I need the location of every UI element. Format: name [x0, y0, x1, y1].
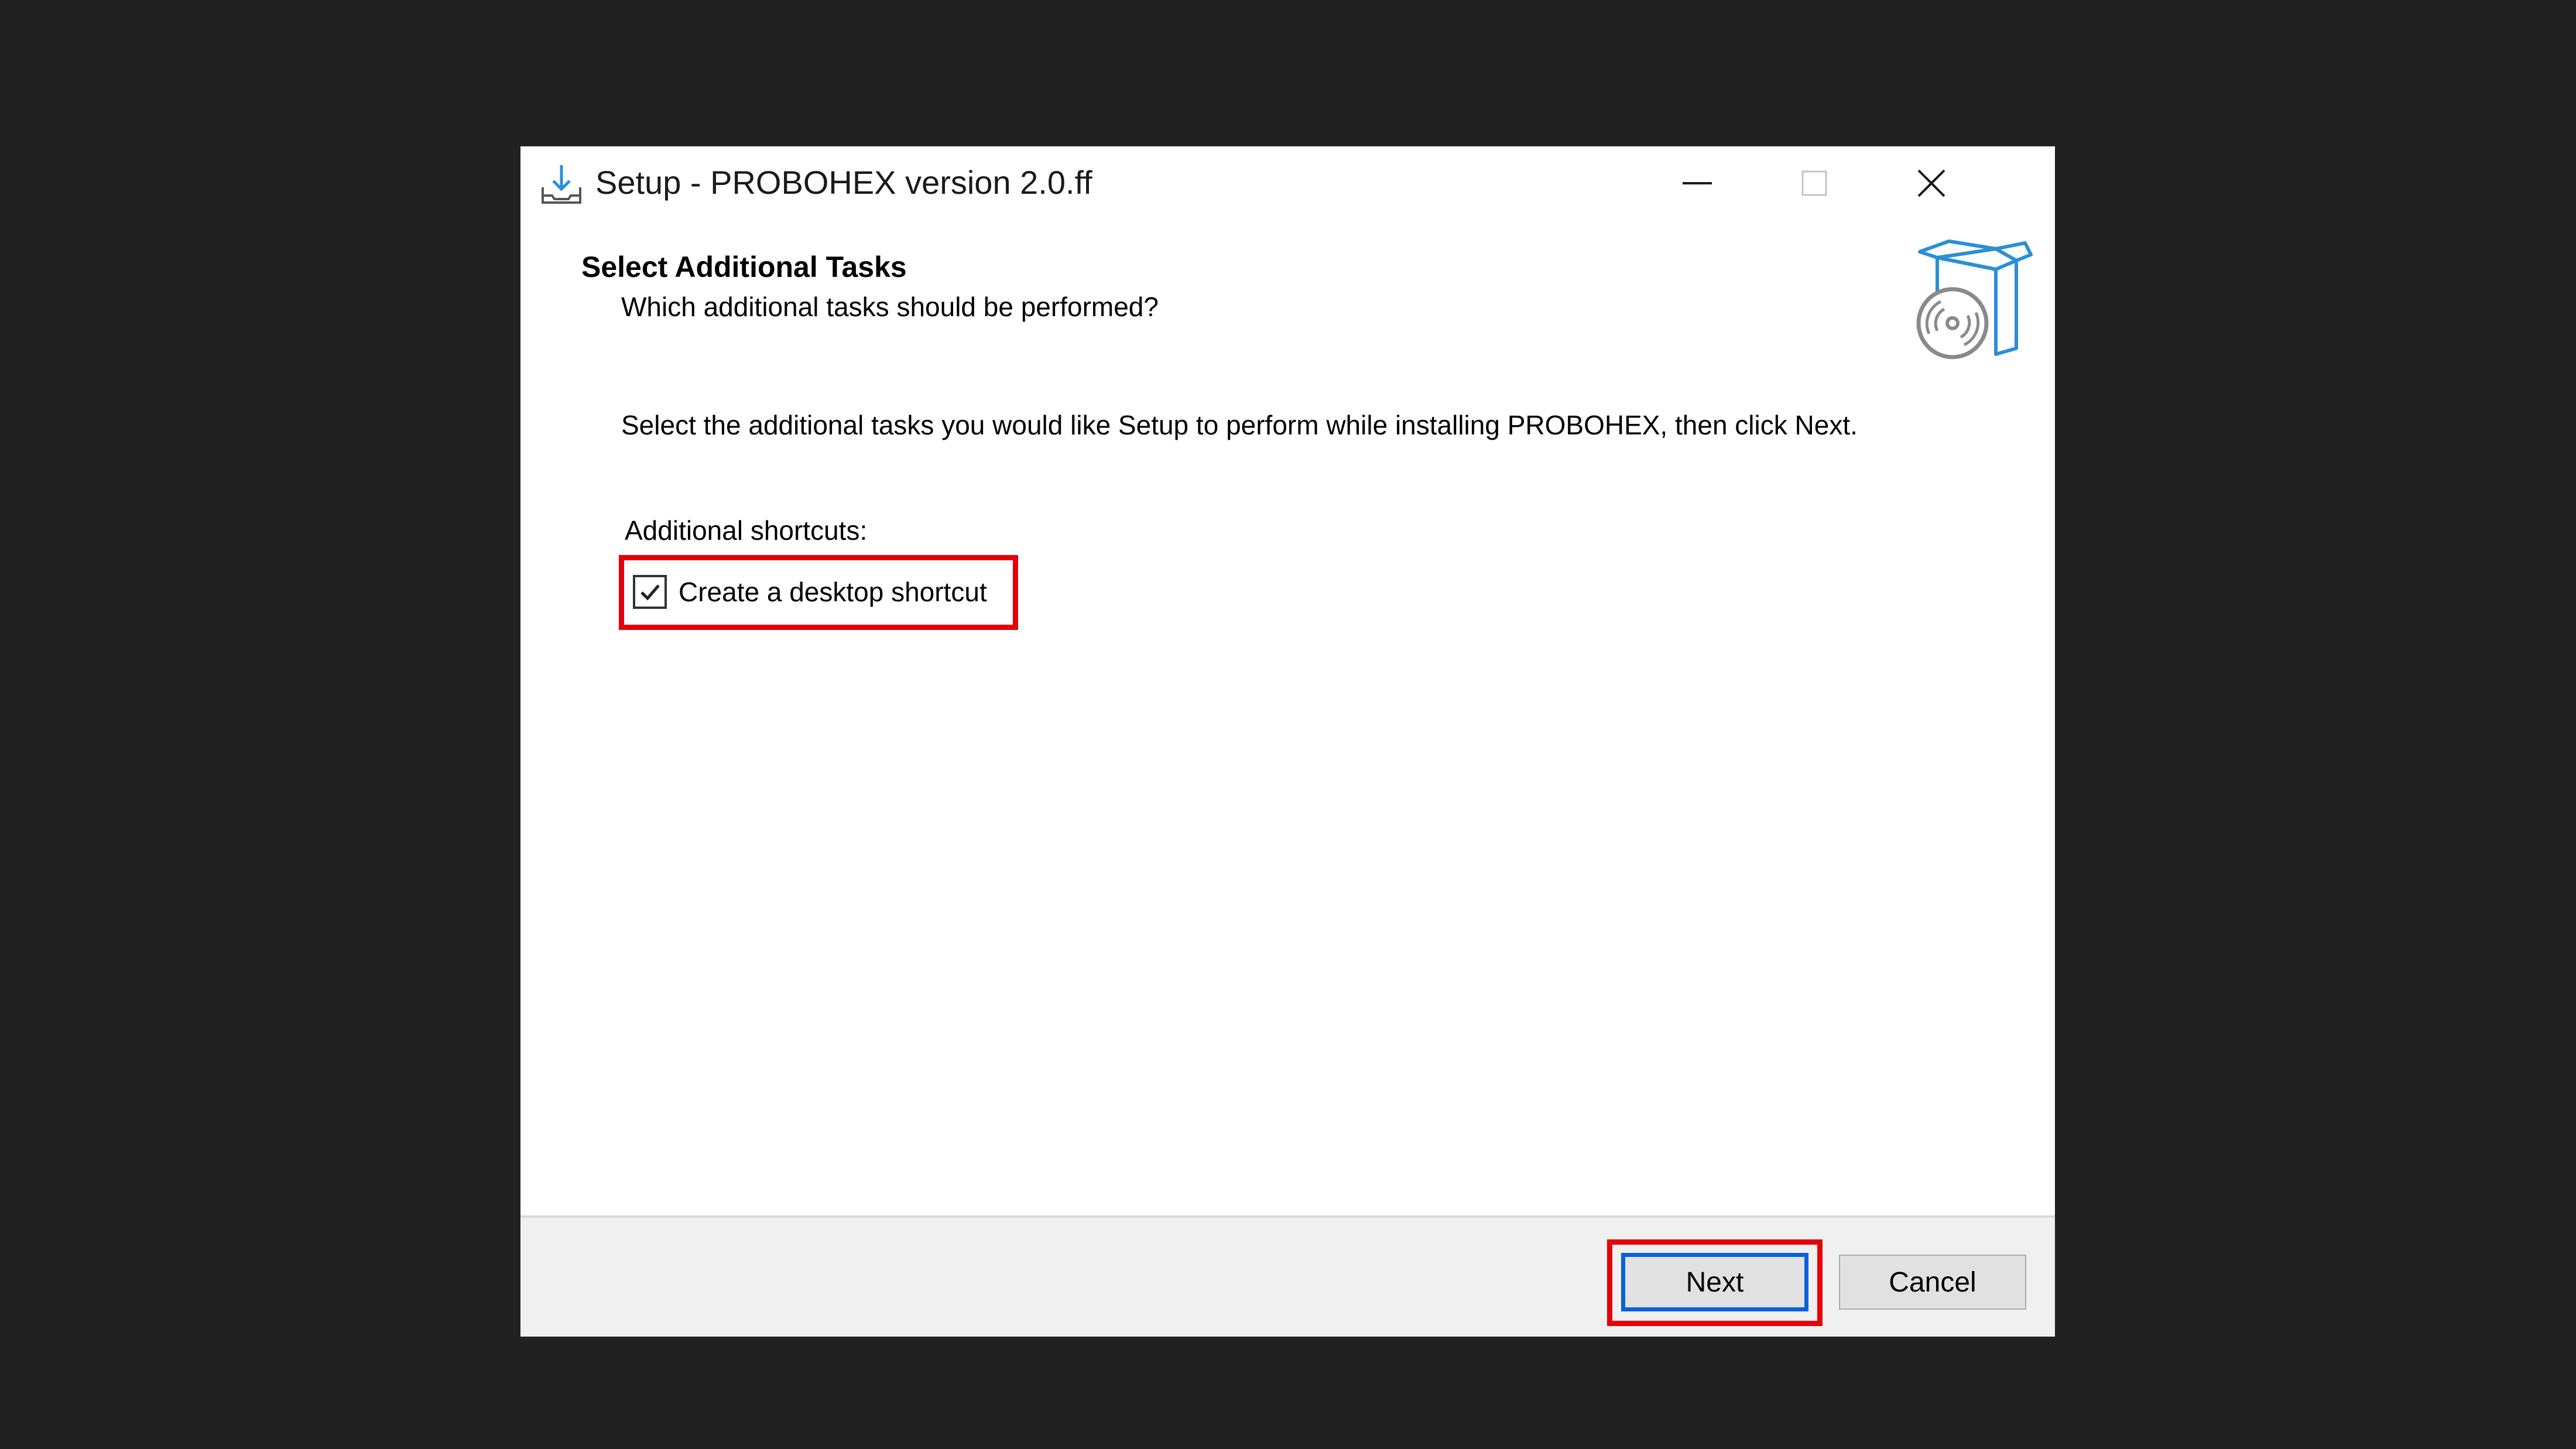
title-bar[interactable]: Setup - PROBOHEX version 2.0.ff — [520, 146, 2055, 220]
page-title: Select Additional Tasks — [581, 251, 907, 283]
setup-wizard-window: Setup - PROBOHEX version 2.0.ff Select A… — [520, 146, 2055, 1337]
shortcuts-group-label: Additional shortcuts: — [625, 515, 868, 546]
page-subtitle: Which additional tasks should be perform… — [621, 292, 1159, 322]
desktop-shortcut-checkbox-row[interactable]: Create a desktop shortcut — [619, 555, 1018, 630]
download-tray-icon — [539, 162, 584, 206]
minimize-icon — [1683, 180, 1712, 186]
close-icon — [1917, 169, 1945, 197]
instruction-text: Select the additional tasks you would li… — [621, 410, 1858, 440]
cancel-button[interactable]: Cancel — [1839, 1255, 2026, 1310]
desktop-shortcut-label[interactable]: Create a desktop shortcut — [679, 574, 987, 609]
button-bar — [520, 1215, 2055, 1337]
minimize-button[interactable] — [1639, 146, 1756, 220]
window-title: Setup - PROBOHEX version 2.0.ff — [595, 164, 1092, 201]
maximize-icon — [1801, 170, 1827, 196]
desktop-shortcut-checkbox[interactable] — [633, 575, 667, 609]
close-button[interactable] — [1873, 146, 1990, 220]
next-button[interactable]: Next — [1621, 1253, 1808, 1311]
software-box-disc-icon — [1914, 234, 2037, 363]
maximize-button[interactable] — [1756, 146, 1873, 220]
